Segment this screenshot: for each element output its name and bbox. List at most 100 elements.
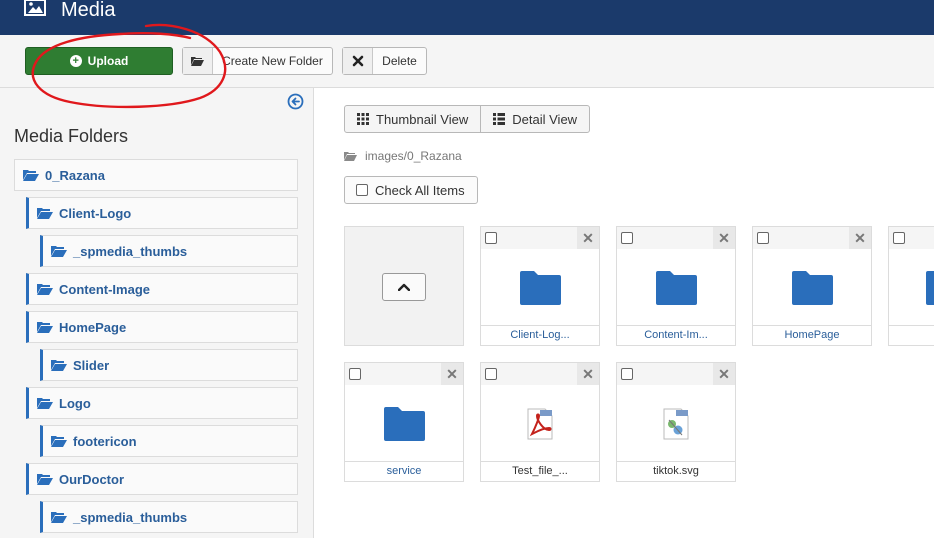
folder-open-icon xyxy=(51,512,67,523)
media-item[interactable]: ✕ Test_file_... xyxy=(480,362,600,482)
list-icon xyxy=(493,113,506,125)
delete-item-icon[interactable]: ✕ xyxy=(849,227,871,249)
image-icon xyxy=(24,0,46,16)
folder-item[interactable]: Client-Logo xyxy=(26,197,298,229)
delete-item-icon[interactable]: ✕ xyxy=(577,363,599,385)
item-toolbar: ✕ xyxy=(481,227,599,249)
folder-label: 0_Razana xyxy=(45,167,105,183)
header-bar: Media xyxy=(0,0,934,35)
item-preview xyxy=(481,385,599,463)
folder-label: HomePage xyxy=(59,319,127,335)
media-manager-page: Media + Upload Create New Folder Delete … xyxy=(0,0,934,538)
folder-label: OurDoctor xyxy=(59,471,124,487)
item-checkbox[interactable] xyxy=(485,232,497,244)
folder-label: _spmedia_thumbs xyxy=(73,243,188,259)
item-checkbox[interactable] xyxy=(621,368,633,380)
delete-item-icon[interactable]: ✕ xyxy=(577,227,599,249)
folder-open-icon xyxy=(37,398,53,409)
item-toolbar: ✕ xyxy=(617,363,735,385)
folder-icon xyxy=(926,271,934,305)
svg-file-icon xyxy=(663,408,689,440)
folders-sidebar: Media Folders 0_Razana Client-Logo _spme… xyxy=(0,88,314,538)
breadcrumb-path: images/0_Razana xyxy=(365,149,462,163)
folder-item[interactable]: _spmedia_thumbs xyxy=(40,235,298,267)
detail-view-button[interactable]: Detail View xyxy=(480,106,589,132)
folder-item[interactable]: Content-Image xyxy=(26,273,298,305)
item-name: service xyxy=(345,461,463,481)
pdf-file-icon xyxy=(527,408,553,440)
upload-button-label: Upload xyxy=(87,54,129,68)
item-toolbar: ✕ xyxy=(345,363,463,385)
folder-label: Client-Logo xyxy=(59,205,132,221)
item-name: Test_file_... xyxy=(481,461,599,481)
check-all-button[interactable]: Check All Items xyxy=(344,176,478,204)
media-item[interactable]: ✕ Content-Im... xyxy=(616,226,736,346)
folder-item[interactable]: _spmedia_thumbs xyxy=(40,501,298,533)
item-preview xyxy=(481,249,599,327)
item-preview xyxy=(617,385,735,463)
collapse-sidebar-icon[interactable] xyxy=(287,93,304,110)
create-new-folder-label: Create New Folder xyxy=(222,54,323,68)
item-checkbox[interactable] xyxy=(893,232,905,244)
chevron-up-icon xyxy=(398,283,410,291)
folder-open-icon xyxy=(37,284,53,295)
item-checkbox[interactable] xyxy=(349,368,361,380)
folder-label: _spmedia_thumbs xyxy=(73,509,188,525)
folder-item[interactable]: HomePage xyxy=(26,311,298,343)
check-all-label: Check All Items xyxy=(375,182,465,198)
folder-open-icon xyxy=(51,436,67,447)
folder-icon xyxy=(519,271,561,305)
folder-icon xyxy=(791,271,833,305)
item-preview xyxy=(345,385,463,463)
folder-icon xyxy=(383,407,425,441)
folder-item[interactable]: Logo xyxy=(26,387,298,419)
delete-item-icon[interactable]: ✕ xyxy=(441,363,463,385)
parent-folder-tile[interactable] xyxy=(344,226,464,346)
item-toolbar xyxy=(889,227,934,249)
plus-circle-icon: + xyxy=(69,55,82,67)
folder-open-icon xyxy=(51,246,67,257)
item-name: Client-Log... xyxy=(481,325,599,345)
breadcrumb: images/0_Razana xyxy=(344,149,462,163)
folder-item[interactable]: footericon xyxy=(40,425,298,457)
folder-up-button[interactable] xyxy=(382,273,426,301)
thumbnail-view-label: Thumbnail View xyxy=(376,111,469,127)
item-checkbox[interactable] xyxy=(485,368,497,380)
item-toolbar: ✕ xyxy=(481,363,599,385)
media-item[interactable]: ✕ HomePage xyxy=(752,226,872,346)
delete-button[interactable]: Delete xyxy=(342,47,427,75)
item-preview xyxy=(753,249,871,327)
media-item[interactable]: ✕ tiktok.svg xyxy=(616,362,736,482)
folder-label: Logo xyxy=(59,395,91,411)
delete-item-icon[interactable]: ✕ xyxy=(713,363,735,385)
item-name xyxy=(889,325,934,345)
media-item[interactable] xyxy=(888,226,934,346)
item-toolbar: ✕ xyxy=(617,227,735,249)
delete-item-icon[interactable]: ✕ xyxy=(713,227,735,249)
toolbar: + Upload Create New Folder Delete xyxy=(0,35,934,88)
media-item[interactable]: ✕ service xyxy=(344,362,464,482)
item-preview xyxy=(889,249,934,327)
create-new-folder-button[interactable]: Create New Folder xyxy=(182,47,333,75)
folder-open-icon xyxy=(344,152,357,161)
view-toggle: Thumbnail View Detail View xyxy=(344,105,591,133)
folder-item[interactable]: OurDoctor xyxy=(26,463,298,495)
folder-open-icon xyxy=(37,208,53,219)
folder-icon xyxy=(655,271,697,305)
checkbox[interactable] xyxy=(356,184,368,196)
item-name: HomePage xyxy=(753,325,871,345)
thumbnail-view-button[interactable]: Thumbnail View xyxy=(345,106,480,132)
folder-open-icon xyxy=(37,322,53,333)
upload-button[interactable]: + Upload xyxy=(25,47,173,75)
page-title: Media xyxy=(61,0,116,21)
folder-item[interactable]: Slider xyxy=(40,349,298,381)
item-toolbar: ✕ xyxy=(753,227,871,249)
detail-view-label: Detail View xyxy=(512,111,578,127)
folder-open-icon xyxy=(51,360,67,371)
folder-label: footericon xyxy=(73,433,137,449)
media-item[interactable]: ✕ Client-Log... xyxy=(480,226,600,346)
item-checkbox[interactable] xyxy=(621,232,633,244)
item-checkbox[interactable] xyxy=(757,232,769,244)
item-name: tiktok.svg xyxy=(617,461,735,481)
folder-item[interactable]: 0_Razana xyxy=(14,159,298,191)
